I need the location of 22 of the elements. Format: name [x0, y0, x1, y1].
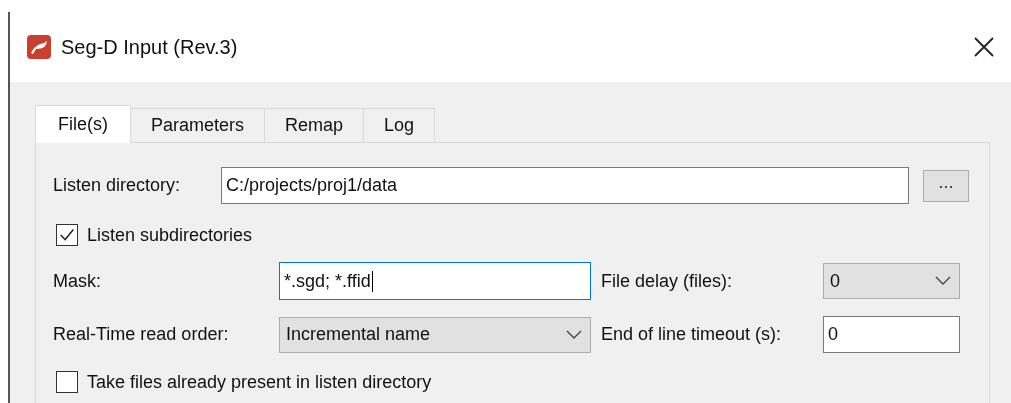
field-label: Mask:	[53, 270, 102, 292]
chevron-down-icon	[566, 329, 582, 340]
field-label: Listen directory:	[53, 175, 182, 196]
checkbox-label: Listen subdirectories	[87, 224, 253, 246]
dropdown[interactable]: 0	[823, 263, 960, 299]
tab[interactable]: Log	[363, 108, 436, 142]
field-label: End of line timeout (s):	[601, 324, 783, 345]
input-field[interactable]: 0	[823, 316, 960, 353]
dropdown[interactable]: Incremental name	[279, 316, 591, 353]
tab[interactable]: File(s)	[35, 105, 131, 143]
field-label: Real-Time read order:	[53, 324, 230, 345]
browse-button[interactable]: ...	[923, 169, 969, 202]
window-title: Seg-D Input (Rev.3)	[61, 35, 239, 59]
close-icon[interactable]	[973, 36, 995, 58]
input-field[interactable]: *.sgd; *.ffid	[279, 262, 591, 300]
field-label: File delay (files):	[601, 270, 734, 292]
input-field[interactable]: C:/projects/proj1/data	[221, 167, 909, 204]
checkbox-label: Take files already present in listen directory	[87, 371, 432, 393]
chevron-down-icon	[935, 276, 951, 286]
app-logo-icon	[27, 35, 51, 59]
checkbox[interactable]	[56, 371, 78, 393]
checkbox[interactable]	[56, 224, 78, 246]
